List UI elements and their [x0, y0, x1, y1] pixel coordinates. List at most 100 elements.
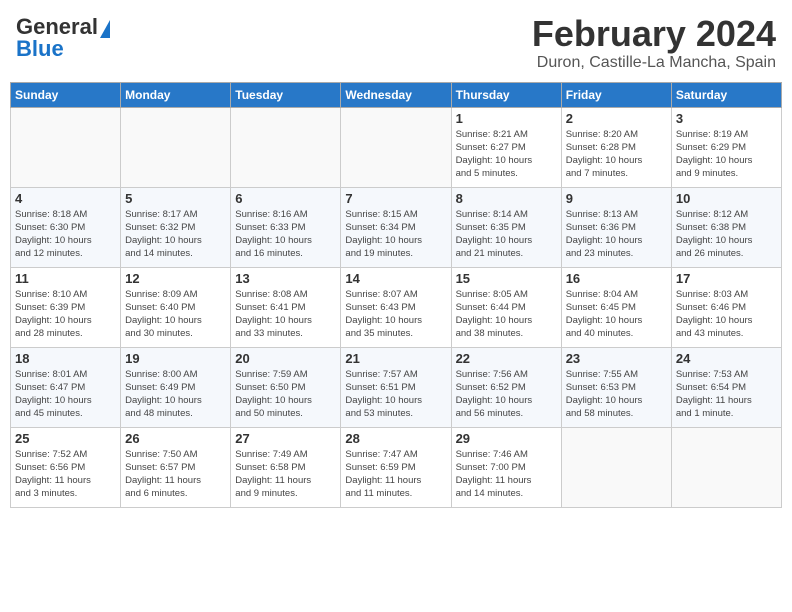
day-number: 11 [15, 271, 116, 286]
calendar-cell: 5Sunrise: 8:17 AM Sunset: 6:32 PM Daylig… [121, 187, 231, 267]
calendar-cell: 17 Sunrise: 8:03 AM Sunset: 6:46 PM Dayli… [671, 267, 781, 347]
calendar-cell: 3 Sunrise: 8:19 AM Sunset: 6:29 PM Daylig… [671, 107, 781, 187]
day-info: Sunrise: 8:05 AM Sunset: 6:44 PM Dayligh… [456, 288, 557, 341]
day-info: Sunrise: 8:04 AM Sunset: 6:45 PM Dayligh… [566, 288, 667, 341]
day-number: 19 [125, 351, 226, 366]
weekday-header-thursday: Thursday [451, 82, 561, 107]
calendar-cell: 20 Sunrise: 7:59 AM Sunset: 6:50 PM Dayli… [231, 347, 341, 427]
calendar-cell: 16 Sunrise: 8:04 AM Sunset: 6:45 PM Dayli… [561, 267, 671, 347]
page-header: General Blue February 2024 Duron, Castil… [10, 10, 782, 76]
calendar-cell: 27 Sunrise: 7:49 AM Sunset: 6:58 PM Dayli… [231, 427, 341, 507]
calendar-cell: 19 Sunrise: 8:00 AM Sunset: 6:49 PM Dayli… [121, 347, 231, 427]
calendar-cell: 9 Sunrise: 8:13 AM Sunset: 6:36 PM Daylig… [561, 187, 671, 267]
calendar-cell: 22 Sunrise: 7:56 AM Sunset: 6:52 PM Dayli… [451, 347, 561, 427]
day-info: Sunrise: 7:50 AM Sunset: 6:57 PM Dayligh… [125, 448, 226, 501]
calendar-cell: 29 Sunrise: 7:46 AM Sunset: 7:00 PM Dayli… [451, 427, 561, 507]
weekday-header-sunday: Sunday [11, 82, 121, 107]
day-number: 21 [345, 351, 446, 366]
day-info: Sunrise: 7:46 AM Sunset: 7:00 PM Dayligh… [456, 448, 557, 501]
weekday-header-friday: Friday [561, 82, 671, 107]
day-info: Sunrise: 7:59 AM Sunset: 6:50 PM Dayligh… [235, 368, 336, 421]
day-number: 9 [566, 191, 667, 206]
day-info: Sunrise: 8:00 AM Sunset: 6:49 PM Dayligh… [125, 368, 226, 421]
calendar-table: SundayMondayTuesdayWednesdayThursdayFrid… [10, 82, 782, 508]
day-number: 29 [456, 431, 557, 446]
day-number: 23 [566, 351, 667, 366]
day-info: Sunrise: 8:13 AM Sunset: 6:36 PM Dayligh… [566, 208, 667, 261]
day-number: 10 [676, 191, 777, 206]
calendar-week-row: 11Sunrise: 8:10 AM Sunset: 6:39 PM Dayli… [11, 267, 782, 347]
weekday-header-monday: Monday [121, 82, 231, 107]
day-number: 1 [456, 111, 557, 126]
calendar-cell: 23 Sunrise: 7:55 AM Sunset: 6:53 PM Dayli… [561, 347, 671, 427]
day-info: Sunrise: 8:01 AM Sunset: 6:47 PM Dayligh… [15, 368, 116, 421]
weekday-header-wednesday: Wednesday [341, 82, 451, 107]
calendar-week-row: 4 Sunrise: 8:18 AM Sunset: 6:30 PM Daylig… [11, 187, 782, 267]
day-info: Sunrise: 7:52 AM Sunset: 6:56 PM Dayligh… [15, 448, 116, 501]
calendar-cell: 15 Sunrise: 8:05 AM Sunset: 6:44 PM Dayli… [451, 267, 561, 347]
day-number: 7 [345, 191, 446, 206]
location-title: Duron, Castille-La Mancha, Spain [532, 54, 776, 72]
logo-triangle-icon [100, 20, 110, 38]
day-info: Sunrise: 8:19 AM Sunset: 6:29 PM Dayligh… [676, 128, 777, 181]
day-info: Sunrise: 8:16 AM Sunset: 6:33 PM Dayligh… [235, 208, 336, 261]
calendar-cell: 24 Sunrise: 7:53 AM Sunset: 6:54 PM Dayli… [671, 347, 781, 427]
day-number: 12 [125, 271, 226, 286]
day-number: 22 [456, 351, 557, 366]
day-info: Sunrise: 7:53 AM Sunset: 6:54 PM Dayligh… [676, 368, 777, 421]
calendar-week-row: 1 Sunrise: 8:21 AM Sunset: 6:27 PM Daylig… [11, 107, 782, 187]
calendar-cell: 2Sunrise: 8:20 AM Sunset: 6:28 PM Daylig… [561, 107, 671, 187]
day-info: Sunrise: 7:47 AM Sunset: 6:59 PM Dayligh… [345, 448, 446, 501]
calendar-week-row: 18 Sunrise: 8:01 AM Sunset: 6:47 PM Dayli… [11, 347, 782, 427]
day-info: Sunrise: 7:49 AM Sunset: 6:58 PM Dayligh… [235, 448, 336, 501]
calendar-cell: 1 Sunrise: 8:21 AM Sunset: 6:27 PM Daylig… [451, 107, 561, 187]
month-title: February 2024 [532, 14, 776, 54]
day-info: Sunrise: 8:09 AM Sunset: 6:40 PM Dayligh… [125, 288, 226, 341]
day-info: Sunrise: 8:21 AM Sunset: 6:27 PM Dayligh… [456, 128, 557, 181]
weekday-header-row: SundayMondayTuesdayWednesdayThursdayFrid… [11, 82, 782, 107]
title-block: February 2024 Duron, Castille-La Mancha,… [532, 14, 776, 72]
day-number: 17 [676, 271, 777, 286]
day-info: Sunrise: 7:57 AM Sunset: 6:51 PM Dayligh… [345, 368, 446, 421]
day-number: 13 [235, 271, 336, 286]
calendar-cell: 12 Sunrise: 8:09 AM Sunset: 6:40 PM Dayli… [121, 267, 231, 347]
day-info: Sunrise: 8:03 AM Sunset: 6:46 PM Dayligh… [676, 288, 777, 341]
calendar-cell [341, 107, 451, 187]
day-number: 15 [456, 271, 557, 286]
day-number: 3 [676, 111, 777, 126]
calendar-cell: 25 Sunrise: 7:52 AM Sunset: 6:56 PM Dayli… [11, 427, 121, 507]
day-info: Sunrise: 7:56 AM Sunset: 6:52 PM Dayligh… [456, 368, 557, 421]
day-number: 18 [15, 351, 116, 366]
calendar-cell: 4 Sunrise: 8:18 AM Sunset: 6:30 PM Daylig… [11, 187, 121, 267]
day-number: 4 [15, 191, 116, 206]
day-info: Sunrise: 8:20 AM Sunset: 6:28 PM Dayligh… [566, 128, 667, 181]
calendar-cell: 10Sunrise: 8:12 AM Sunset: 6:38 PM Dayli… [671, 187, 781, 267]
calendar-cell: 8Sunrise: 8:14 AM Sunset: 6:35 PM Daylig… [451, 187, 561, 267]
day-number: 20 [235, 351, 336, 366]
calendar-cell: 26Sunrise: 7:50 AM Sunset: 6:57 PM Dayli… [121, 427, 231, 507]
day-info: Sunrise: 8:14 AM Sunset: 6:35 PM Dayligh… [456, 208, 557, 261]
calendar-cell [121, 107, 231, 187]
day-info: Sunrise: 8:07 AM Sunset: 6:43 PM Dayligh… [345, 288, 446, 341]
day-number: 24 [676, 351, 777, 366]
weekday-header-tuesday: Tuesday [231, 82, 341, 107]
day-number: 27 [235, 431, 336, 446]
calendar-cell: 21 Sunrise: 7:57 AM Sunset: 6:51 PM Dayli… [341, 347, 451, 427]
calendar-cell [671, 427, 781, 507]
logo-blue-text: Blue [16, 36, 64, 62]
day-number: 6 [235, 191, 336, 206]
calendar-cell [561, 427, 671, 507]
calendar-cell: 7 Sunrise: 8:15 AM Sunset: 6:34 PM Daylig… [341, 187, 451, 267]
day-info: Sunrise: 8:15 AM Sunset: 6:34 PM Dayligh… [345, 208, 446, 261]
calendar-cell: 13Sunrise: 8:08 AM Sunset: 6:41 PM Dayli… [231, 267, 341, 347]
calendar-cell: 14Sunrise: 8:07 AM Sunset: 6:43 PM Dayli… [341, 267, 451, 347]
day-number: 16 [566, 271, 667, 286]
day-number: 5 [125, 191, 226, 206]
day-number: 25 [15, 431, 116, 446]
calendar-cell: 18 Sunrise: 8:01 AM Sunset: 6:47 PM Dayli… [11, 347, 121, 427]
calendar-cell [11, 107, 121, 187]
calendar-cell: 11Sunrise: 8:10 AM Sunset: 6:39 PM Dayli… [11, 267, 121, 347]
day-info: Sunrise: 8:18 AM Sunset: 6:30 PM Dayligh… [15, 208, 116, 261]
calendar-cell [231, 107, 341, 187]
day-info: Sunrise: 7:55 AM Sunset: 6:53 PM Dayligh… [566, 368, 667, 421]
